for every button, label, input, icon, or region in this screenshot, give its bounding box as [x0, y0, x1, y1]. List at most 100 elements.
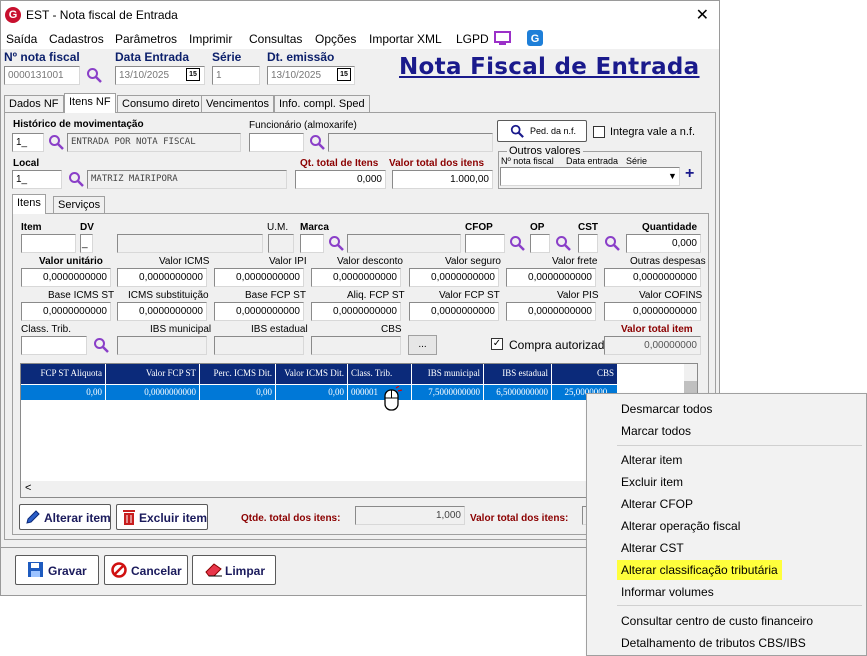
grid-cell[interactable]: 6,5000000000 [484, 385, 552, 400]
ellipsis-button[interactable]: ... [408, 335, 437, 355]
grid-header[interactable]: Valor FCP ST [106, 364, 200, 384]
nota-input[interactable]: 0000131001 [4, 66, 80, 85]
valor-seguro-input[interactable]: 0,0000000000 [409, 268, 499, 287]
gravar-button[interactable]: Gravar [15, 555, 99, 585]
search-historico-icon[interactable] [48, 134, 64, 150]
compra-autorizada-checkbox[interactable]: ✓ [491, 338, 503, 350]
grid-header[interactable]: Perc. ICMS Dit. [200, 364, 276, 384]
cancelar-button[interactable]: Cancelar [104, 555, 188, 585]
calendar-icon[interactable]: 15 [186, 68, 200, 81]
local-code-input[interactable]: 1_ [12, 170, 62, 189]
horizontal-scrollbar[interactable]: < [21, 481, 684, 497]
grid-header[interactable]: IBS municipal [412, 364, 484, 384]
valor-frete-label: Valor frete [552, 256, 598, 267]
search-class-trib-icon[interactable] [93, 337, 109, 353]
menu-item-alterar-cst[interactable]: Alterar CST [621, 541, 684, 555]
search-cst-icon[interactable] [604, 235, 620, 251]
grid-cell[interactable]: 0,00 [200, 385, 276, 400]
outros-valores-dropdown[interactable] [500, 167, 680, 186]
valor-ipi-input[interactable]: 0,0000000000 [214, 268, 304, 287]
base-fcp-st-input[interactable]: 0,0000000000 [214, 302, 304, 321]
grid-cell[interactable]: 7,5000000000 [412, 385, 484, 400]
search-op-icon[interactable] [555, 235, 571, 251]
menu-item-alterar-item[interactable]: Alterar item [621, 453, 682, 467]
valor-pis-input[interactable]: 0,0000000000 [506, 302, 596, 321]
calendar-icon[interactable]: 15 [337, 68, 351, 81]
ped-nf-button[interactable]: Ped. da n.f. [497, 120, 587, 142]
cst-input[interactable] [578, 234, 598, 253]
search-funcionario-icon[interactable] [309, 134, 325, 150]
menu-opcoes[interactable]: Opções [315, 32, 356, 46]
valor-unitario-input[interactable]: 0,0000000000 [21, 268, 111, 287]
tab-itens-nf[interactable]: Itens NF [64, 93, 116, 113]
dv-input[interactable]: _ [80, 234, 93, 253]
grid-header[interactable]: IBS estadual [484, 364, 552, 384]
tab-consumo-direto[interactable]: Consumo direto [117, 95, 205, 113]
outros-col-nota: Nº nota fiscal [501, 156, 554, 166]
menu-item-informar-volumes[interactable]: Informar volumes [621, 585, 714, 599]
menu-consultas[interactable]: Consultas [249, 32, 302, 46]
alterar-item-button[interactable]: Alterar item [19, 504, 111, 530]
item-input[interactable] [21, 234, 76, 253]
quantidade-input[interactable]: 0,000 [626, 234, 701, 253]
grid-cell[interactable]: 000001 [348, 385, 412, 400]
grid-header[interactable]: FCP ST Aliquota [21, 364, 106, 384]
menu-parametros[interactable]: Parâmetros [115, 32, 177, 46]
historico-desc: ENTRADA POR NOTA FISCAL [67, 133, 241, 152]
op-input[interactable] [530, 234, 550, 253]
grid-header[interactable]: Valor ICMS Dit. [276, 364, 348, 384]
grid-cell[interactable]: 0,00 [276, 385, 348, 400]
serie-input[interactable]: 1 [212, 66, 260, 85]
menu-item-alterar-cfop[interactable]: Alterar CFOP [621, 497, 693, 511]
qtde-total-label: Qtde. total dos itens: [241, 513, 341, 524]
grid-header[interactable]: CBS [552, 364, 618, 384]
valor-cofins-input[interactable]: 0,0000000000 [604, 302, 701, 321]
funcionario-input[interactable] [249, 133, 304, 152]
outras-despesas-input[interactable]: 0,0000000000 [604, 268, 701, 287]
aliq-fcp-st-input[interactable]: 0,0000000000 [311, 302, 401, 321]
valor-desconto-input[interactable]: 0,0000000000 [311, 268, 401, 287]
menu-saida[interactable]: Saída [6, 32, 37, 46]
menu-item-consultar-centro-custo[interactable]: Consultar centro de custo financeiro [621, 614, 813, 628]
cfop-input[interactable] [465, 234, 505, 253]
search-nota-icon[interactable] [86, 67, 102, 83]
grid-cell[interactable]: 0,00 [21, 385, 106, 400]
add-icon[interactable]: + [685, 165, 694, 183]
integra-checkbox[interactable] [593, 126, 605, 138]
search-cfop-icon[interactable] [509, 235, 525, 251]
scroll-left-icon[interactable]: < [25, 482, 31, 494]
marca-input[interactable] [300, 234, 324, 253]
menu-item-alterar-classificacao-tributaria[interactable]: Alterar classificação tributária [617, 560, 782, 580]
close-icon[interactable]: ✕ [696, 5, 709, 25]
historico-code-input[interactable]: 1_ [12, 133, 44, 152]
menu-item-marcar-todos[interactable]: Marcar todos [621, 424, 691, 438]
menu-item-excluir-item[interactable]: Excluir item [621, 475, 683, 489]
excluir-item-button[interactable]: Excluir item [116, 504, 208, 530]
subtab-itens[interactable]: Itens [12, 194, 46, 214]
icms-substituicao-input[interactable]: 0,0000000000 [117, 302, 207, 321]
menu-cadastros[interactable]: Cadastros [49, 32, 104, 46]
g-app-icon[interactable]: G [527, 30, 543, 46]
tab-dados-nf[interactable]: Dados NF [4, 95, 64, 113]
valor-frete-input[interactable]: 0,0000000000 [506, 268, 596, 287]
menu-item-desmarcar-todos[interactable]: Desmarcar todos [621, 402, 712, 416]
menu-item-detalhamento-tributos[interactable]: Detalhamento de tributos CBS/IBS [621, 636, 806, 650]
search-marca-icon[interactable] [328, 235, 344, 251]
menu-lgpd[interactable]: LGPD [456, 32, 489, 46]
search-local-icon[interactable] [68, 171, 84, 187]
menu-importar-xml[interactable]: Importar XML [369, 32, 442, 46]
menu-imprimir[interactable]: Imprimir [189, 32, 232, 46]
valor-icms-input[interactable]: 0,0000000000 [117, 268, 207, 287]
limpar-button[interactable]: Limpar [192, 555, 276, 585]
class-trib-input[interactable] [21, 336, 87, 355]
tab-info-compl-sped[interactable]: Info. compl. Sped [274, 95, 370, 113]
grid-header[interactable]: Class. Trib. [348, 364, 412, 384]
base-icms-st-input[interactable]: 0,0000000000 [21, 302, 111, 321]
menu-item-alterar-operacao-fiscal[interactable]: Alterar operação fiscal [621, 519, 740, 533]
subtab-servicos[interactable]: Serviços [53, 196, 106, 214]
valor-fcp-st-input[interactable]: 0,0000000000 [409, 302, 499, 321]
chevron-down-icon[interactable]: ▼ [668, 171, 677, 181]
monitor-icon[interactable] [494, 31, 511, 46]
grid-cell[interactable]: 0,0000000000 [106, 385, 200, 400]
tab-vencimentos[interactable]: Vencimentos [201, 95, 274, 113]
